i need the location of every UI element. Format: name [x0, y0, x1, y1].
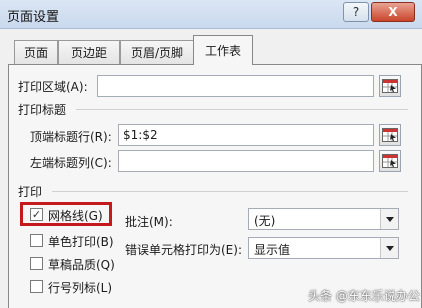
chevron-down-icon	[380, 238, 398, 258]
help-icon: ?	[352, 5, 360, 19]
row-col-headings-label: 行号列标(L)	[48, 281, 113, 295]
left-cols-input[interactable]	[118, 150, 374, 172]
draft-quality-label: 草稿品质(Q)	[48, 258, 115, 272]
tab-label: 页面	[23, 46, 48, 60]
top-rows-ref-button[interactable]	[379, 124, 401, 146]
tab-label: 工作表	[204, 44, 241, 58]
tab-label: 页边距	[70, 46, 107, 60]
print-section-label: 打印	[18, 185, 43, 199]
tab-sheet[interactable]: 工作表	[193, 35, 253, 65]
print-area-ref-button[interactable]	[379, 75, 401, 97]
close-icon: X	[388, 5, 398, 19]
print-area-label: 打印区域(A):	[18, 80, 88, 94]
page-setup-dialog: 页面设置 ? X 页面 页边距 页眉/页脚 工作表 打印区域(A): 打印标题	[0, 0, 422, 308]
comments-value: (无)	[254, 214, 276, 228]
range-select-icon	[382, 79, 398, 93]
dialog-title: 页面设置	[7, 10, 60, 25]
left-cols-ref-button[interactable]	[379, 150, 401, 172]
tab-label: 页眉/页脚	[130, 46, 184, 60]
tab-margins[interactable]: 页边距	[58, 40, 120, 64]
draft-quality-checkbox[interactable]	[30, 257, 43, 270]
gridlines-highlight-box	[20, 202, 112, 226]
range-select-icon	[382, 154, 398, 168]
section-divider	[76, 109, 408, 110]
cell-errors-select[interactable]: 显示值	[248, 237, 399, 259]
tab-header-footer[interactable]: 页眉/页脚	[120, 40, 194, 64]
left-cols-label: 左端标题列(C):	[30, 156, 112, 170]
tab-page[interactable]: 页面	[14, 40, 58, 64]
help-button[interactable]: ?	[343, 2, 369, 22]
range-select-icon	[382, 128, 398, 142]
chevron-down-icon	[380, 209, 398, 229]
print-area-input[interactable]	[97, 75, 374, 97]
top-rows-label: 顶端标题行(R):	[30, 130, 112, 144]
top-rows-input[interactable]: $1:$2	[118, 124, 374, 146]
section-divider	[52, 191, 408, 192]
comments-select[interactable]: (无)	[248, 208, 399, 230]
print-titles-section-label: 打印标题	[18, 103, 67, 117]
title-bar: 页面设置 ? X	[0, 0, 422, 29]
watermark-text: 头条 @东东乐说办公	[308, 289, 420, 303]
comments-label: 批注(M):	[125, 215, 173, 229]
row-col-headings-checkbox[interactable]	[30, 280, 43, 293]
monochrome-checkbox[interactable]	[30, 234, 43, 247]
monochrome-label: 单色打印(B)	[48, 235, 114, 249]
cell-errors-value: 显示值	[254, 243, 291, 257]
cell-errors-label: 错误单元格打印为(E):	[125, 243, 242, 257]
close-button[interactable]: X	[371, 2, 415, 22]
